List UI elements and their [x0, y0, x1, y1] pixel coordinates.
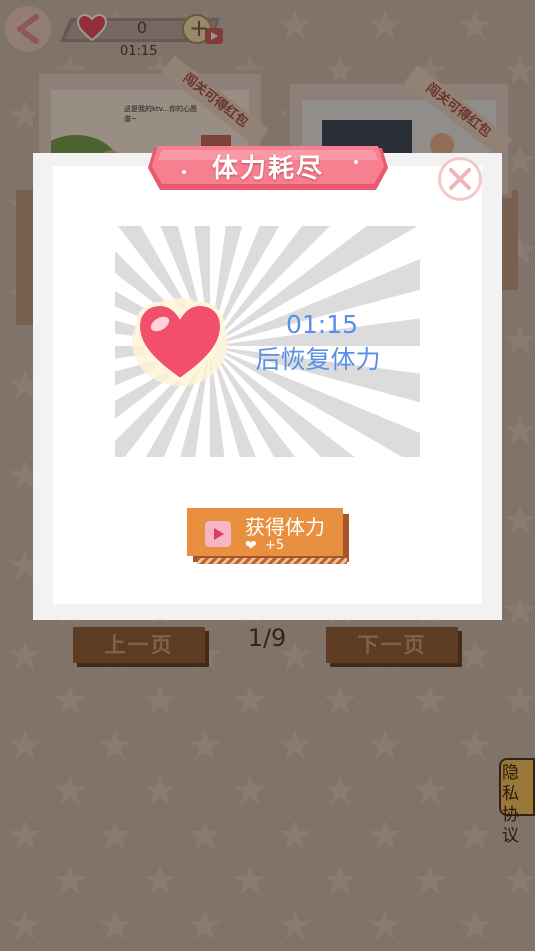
dialog-title: 体力耗尽: [211, 154, 324, 184]
get-energy-label: 获得体力: [245, 515, 325, 539]
get-energy-button[interactable]: 获得体力 ❤ +5: [187, 508, 347, 564]
button-stripe: [197, 558, 347, 564]
close-button[interactable]: [438, 157, 482, 201]
heart-icon: ❤: [245, 538, 257, 554]
recovery-timer: 01:15: [285, 310, 359, 339]
play-video-icon: [205, 521, 231, 547]
reward-amount: +5: [265, 538, 285, 553]
heart-icon: [132, 298, 228, 386]
recovery-text: 后恢复体力: [255, 345, 381, 374]
close-icon: [449, 168, 471, 190]
